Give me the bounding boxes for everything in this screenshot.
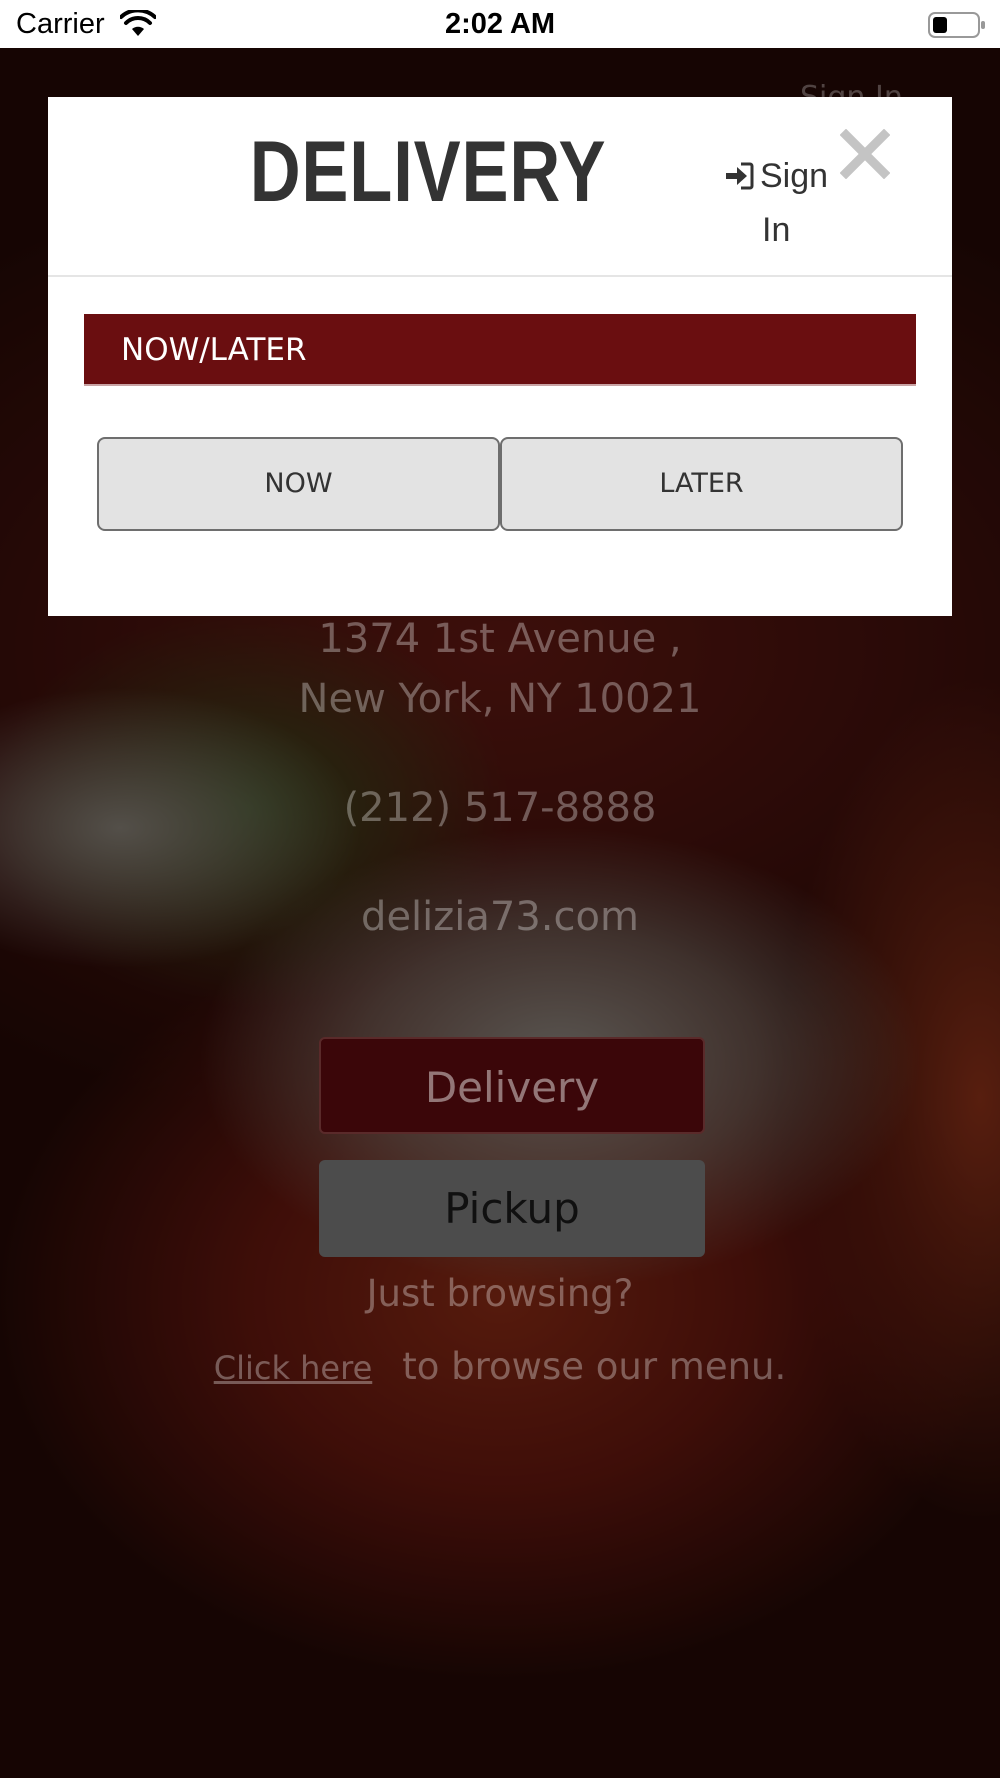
pickup-button: Pickup xyxy=(319,1160,705,1257)
sign-in-icon xyxy=(726,162,754,190)
later-button[interactable]: LATER xyxy=(500,437,903,531)
clock: 2:02 AM xyxy=(444,8,556,40)
sign-in-link[interactable]: Sign In xyxy=(724,149,834,257)
close-icon[interactable] xyxy=(840,129,890,179)
now-later-section-header: NOW/LATER xyxy=(84,314,916,386)
address-line-1: 1374 1st Avenue , xyxy=(318,616,682,662)
delivery-button: Delivery xyxy=(319,1037,705,1134)
modal-header: DELIVERY Sign In xyxy=(48,97,952,277)
browse-menu-line: Click here to browse our menu. xyxy=(0,1345,1000,1388)
battery-icon xyxy=(928,12,985,38)
address-line-2: New York, NY 10021 xyxy=(298,676,702,722)
click-here-link: Click here xyxy=(213,1349,373,1387)
browse-menu-text: to browse our menu. xyxy=(402,1345,787,1388)
now-button[interactable]: NOW xyxy=(97,437,500,531)
modal-title: DELIVERY xyxy=(249,124,607,220)
website-link: delizia73.com xyxy=(361,894,639,940)
just-browsing-text: Just browsing? xyxy=(366,1272,634,1315)
sign-in-label-line1: Sign xyxy=(760,157,829,195)
status-bar: Carrier 2:02 AM xyxy=(0,0,1000,48)
sign-in-label-line2: In xyxy=(762,211,791,249)
delivery-modal: DELIVERY Sign In NOW/LATER NOW LATER xyxy=(48,97,952,616)
phone-number: (212) 517-8888 xyxy=(343,785,657,831)
